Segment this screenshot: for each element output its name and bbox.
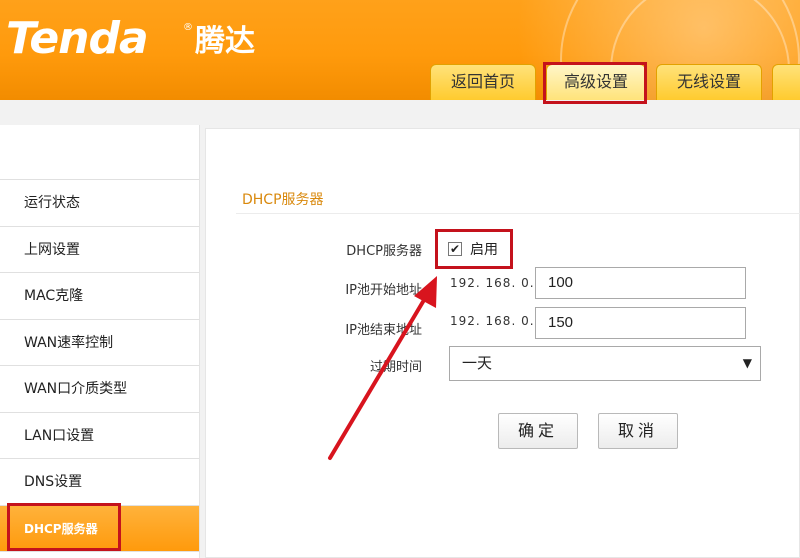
section-title: DHCP服务器 — [242, 192, 324, 208]
sidebar-item-mac-clone[interactable]: MAC克隆 — [0, 273, 199, 320]
sidebar-item-internet[interactable]: 上网设置 — [0, 227, 199, 273]
brand-logo-cn: 腾达 — [195, 24, 255, 59]
highlight-box-enable — [435, 229, 513, 269]
ok-button[interactable]: 确定 — [498, 413, 578, 449]
lease-time-select[interactable]: 一天 ▼ — [449, 346, 761, 381]
sidebar-item-dns[interactable]: DNS设置 — [0, 459, 199, 506]
section-divider — [236, 213, 800, 214]
lease-time-value: 一天 — [462, 354, 493, 372]
tab-home[interactable]: 返回首页 — [430, 64, 536, 100]
sidebar: 运行状态 上网设置 MAC克隆 WAN速率控制 WAN口介质类型 LAN口设置 … — [0, 125, 200, 558]
cancel-button[interactable]: 取消 — [598, 413, 678, 449]
highlight-box-dhcp-menu — [7, 503, 121, 551]
chevron-down-icon: ▼ — [742, 356, 752, 370]
ip-start-prefix: 192. 168. 0. — [450, 276, 535, 290]
ip-start-label: IP池开始地址 — [345, 283, 422, 298]
highlight-box-advanced-tab — [543, 62, 647, 104]
ip-end-prefix: 192. 168. 0. — [450, 314, 535, 328]
lease-time-label: 过期时间 — [369, 360, 422, 375]
main-panel: DHCP服务器 — [205, 128, 800, 558]
ip-end-input[interactable]: 150 — [535, 307, 746, 339]
brand-logo: Tenda — [6, 13, 149, 64]
sidebar-item-wan-medium[interactable]: WAN口介质类型 — [0, 366, 199, 413]
sidebar-item-lan[interactable]: LAN口设置 — [0, 413, 199, 459]
header-bar: Tenda ® 腾达 返回首页 高级设置 无线设置 — [0, 0, 800, 100]
sidebar-header — [0, 125, 199, 180]
sidebar-item-wan-rate[interactable]: WAN速率控制 — [0, 320, 199, 366]
dhcp-server-label: DHCP服务器 — [346, 244, 422, 259]
tab-more[interactable] — [772, 64, 800, 100]
ip-start-input[interactable]: 100 — [535, 267, 746, 299]
brand-reg-mark: ® — [183, 22, 193, 33]
sidebar-item-status[interactable]: 运行状态 — [0, 180, 199, 227]
ip-end-label: IP池结束地址 — [345, 323, 422, 338]
tab-wireless-settings[interactable]: 无线设置 — [656, 64, 762, 100]
